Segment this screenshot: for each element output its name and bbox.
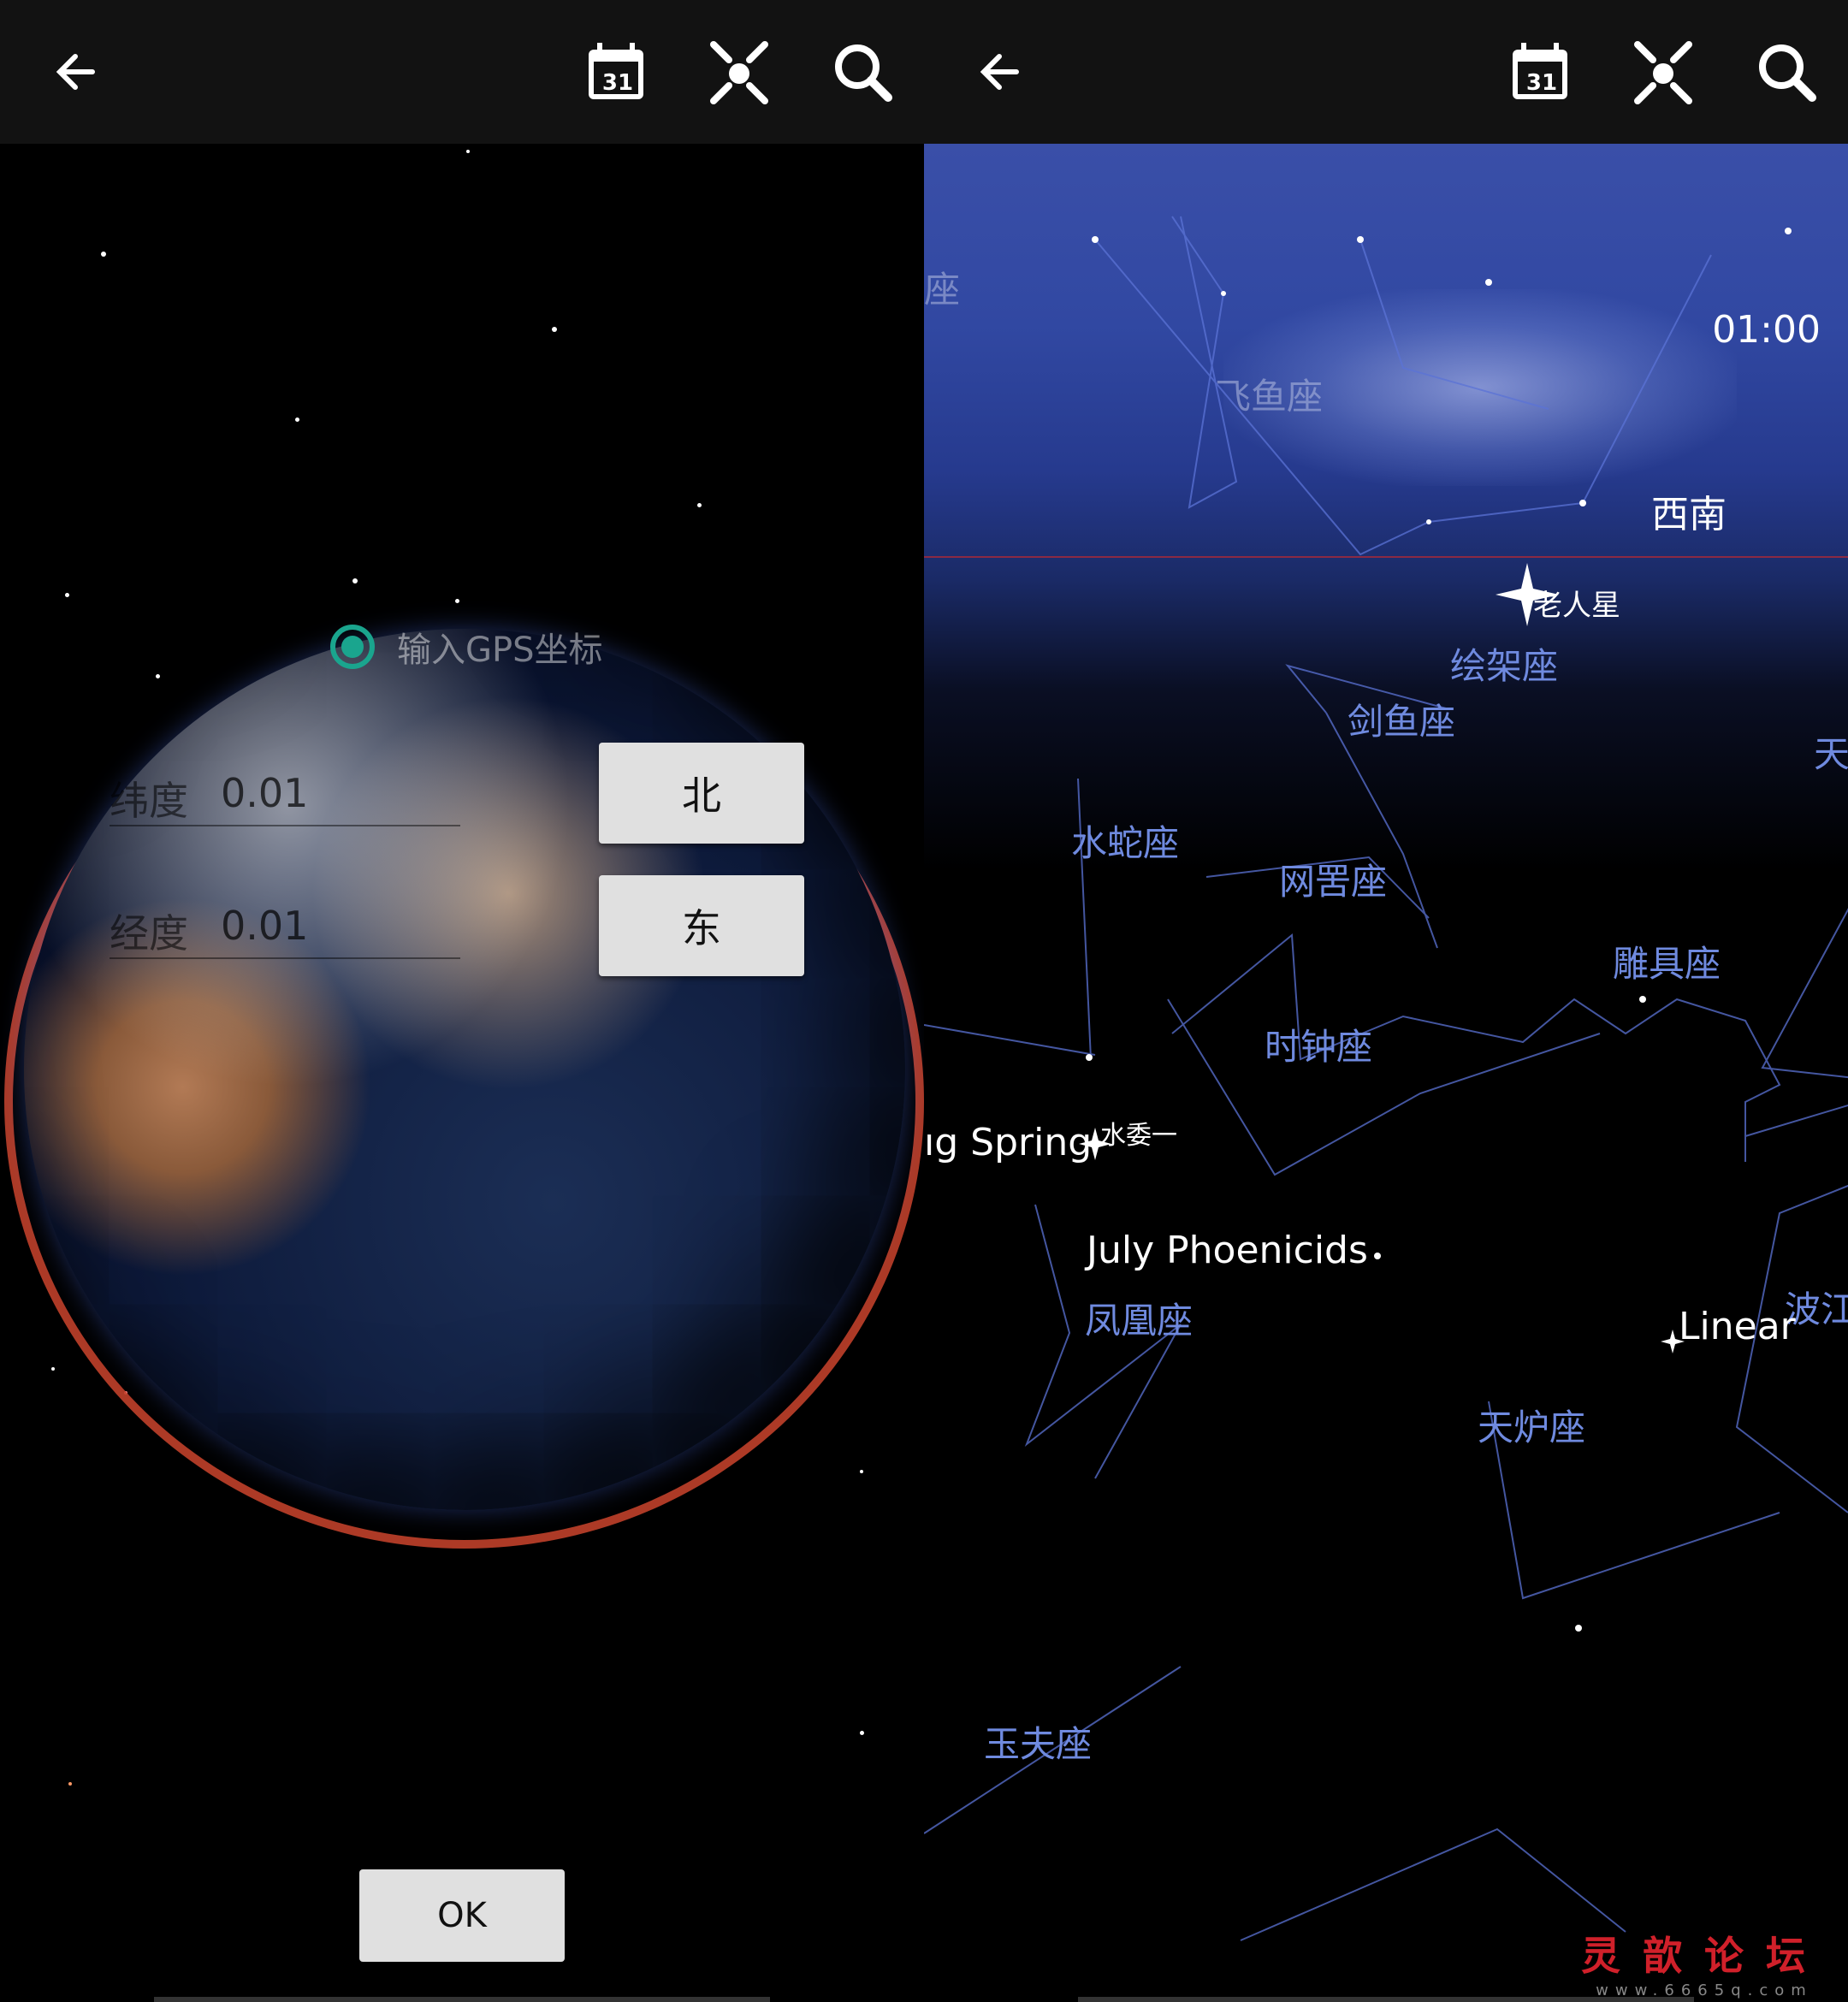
meteor-label-linear[interactable]: Linear — [1679, 1305, 1796, 1348]
latitude-field: 纬度 — [110, 761, 580, 830]
north-button[interactable]: 北 — [599, 743, 804, 844]
constellation-tucana[interactable]: 玉夫座 — [984, 1715, 1092, 1768]
time-label: 01:00 — [1712, 308, 1821, 352]
gps-option[interactable]: 输入GPS坐标 — [330, 621, 603, 672]
location-picker-panel: 31 输入GPS坐标 纬度 经度 北 东 — [0, 0, 924, 2002]
direction-label: 西南 — [1651, 493, 1727, 536]
ok-button[interactable]: OK — [359, 1869, 565, 1962]
arrow-left-icon[interactable] — [965, 36, 1037, 108]
calendar-text: 31 — [602, 70, 633, 96]
watermark-logo: 灵歆论坛 — [1581, 1933, 1827, 1979]
longitude-input[interactable] — [110, 894, 460, 959]
nav-bar-line — [1078, 1997, 1694, 2002]
constellation-reticulum[interactable]: 网罟座 — [1279, 853, 1387, 905]
gps-label: 输入GPS坐标 — [397, 631, 603, 670]
meteor-label-spring[interactable]: ıg Spring — [924, 1121, 1092, 1164]
constellation-horologium[interactable]: 时钟座 — [1265, 1018, 1372, 1070]
star-chart-panel: 31 01:00 西南 老人星 水委一 座 飞鱼座 绘架座 剑鱼座 天 水蛇座 … — [924, 0, 1848, 2002]
location-target-icon[interactable] — [1627, 36, 1699, 108]
constellation-hydrus[interactable]: 水蛇座 — [1071, 814, 1179, 867]
search-icon[interactable] — [1750, 36, 1822, 108]
constellation-fornax[interactable]: 天炉座 — [1478, 1399, 1585, 1451]
constellation-edge-right-top[interactable]: 天 — [1814, 726, 1848, 778]
calendar-31-icon[interactable]: 31 — [1504, 36, 1576, 108]
star-label-achernar[interactable]: 水委一 — [1100, 1114, 1177, 1152]
meteor-label-phoenicids[interactable]: July Phoenicids — [1087, 1229, 1368, 1272]
arrow-left-icon[interactable] — [41, 36, 113, 108]
nav-bar-line — [154, 1997, 770, 2002]
constellation-edge-left[interactable]: 座 — [924, 261, 960, 313]
calendar-text: 31 — [1526, 70, 1557, 96]
toolbar: 31 — [0, 0, 924, 144]
east-button[interactable]: 东 — [599, 875, 804, 976]
longitude-field: 经度 — [110, 894, 580, 962]
latitude-input[interactable] — [110, 761, 460, 826]
constellation-caelum[interactable]: 雕具座 — [1613, 935, 1721, 987]
calendar-31-icon[interactable]: 31 — [580, 36, 652, 108]
constellation-dorado[interactable]: 剑鱼座 — [1348, 693, 1455, 745]
constellation-pictor[interactable]: 绘架座 — [1450, 637, 1558, 690]
gps-radio-button[interactable] — [330, 625, 375, 669]
location-target-icon[interactable] — [703, 36, 775, 108]
constellation-phoenix[interactable]: 凤凰座 — [1085, 1292, 1193, 1344]
search-icon[interactable] — [826, 36, 898, 108]
constellation-volans[interactable]: 飞鱼座 — [1215, 368, 1323, 420]
watermark: 灵歆论坛 www.6665q.com — [1581, 1925, 1827, 1999]
toolbar: 31 — [924, 0, 1848, 144]
star-label-canopus[interactable]: 老人星 — [1533, 582, 1620, 624]
